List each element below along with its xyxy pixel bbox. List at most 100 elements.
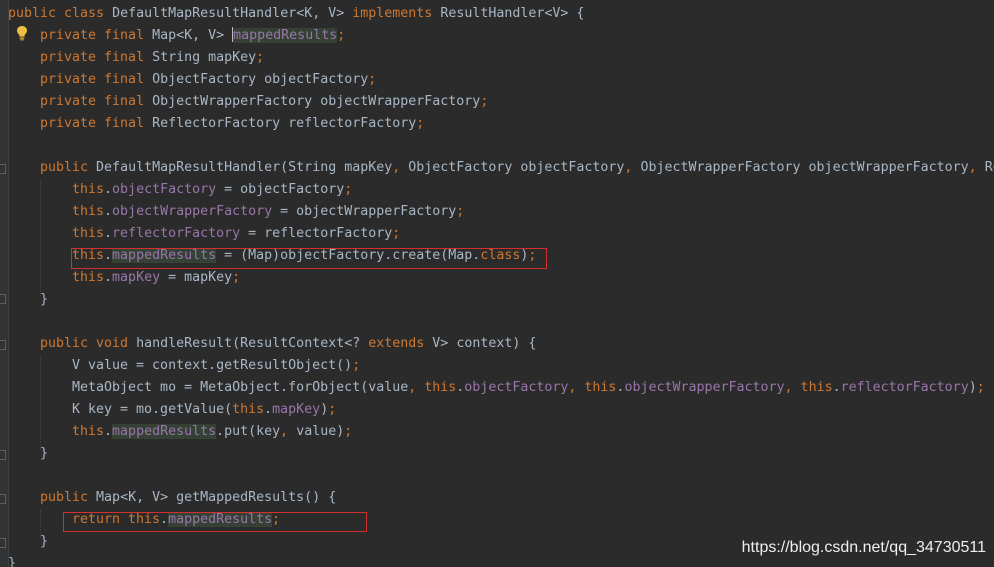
code-line[interactable]: } <box>8 443 994 465</box>
code-line[interactable]: private final ObjectWrapperFactory objec… <box>8 91 994 113</box>
code-token: ObjectWrapperFactory objectWrapperFactor… <box>152 94 481 109</box>
lightbulb-icon[interactable] <box>16 25 28 41</box>
fold-marker[interactable] <box>0 340 6 350</box>
code-line[interactable]: this.reflectorFactory = reflectorFactory… <box>8 223 994 245</box>
code-token: objectFactory <box>112 182 217 197</box>
code-token: ObjectFactory objectFactory <box>152 72 369 87</box>
code-token: value) <box>296 424 345 439</box>
code-token: ; <box>368 72 377 87</box>
code-token: reflectorFactory <box>112 226 241 241</box>
code-token: this <box>72 270 105 285</box>
code-token: = objectFactory <box>216 182 345 197</box>
code-token: ; <box>976 380 985 395</box>
code-line[interactable]: private final String mapKey; <box>8 47 994 69</box>
code-token: ; <box>337 28 346 43</box>
code-token: } <box>40 446 49 461</box>
code-token: ; <box>352 358 361 373</box>
code-token: mapKey <box>112 270 161 285</box>
code-token: public <box>40 160 97 175</box>
code-line[interactable]: public void handleResult(ResultContext<?… <box>8 333 994 355</box>
code-token: this <box>72 204 105 219</box>
code-line[interactable]: private final ObjectFactory objectFactor… <box>8 69 994 91</box>
code-token: DefaultMapResultHandler<K, V> <box>112 6 353 21</box>
code-token: mappedResults <box>233 28 338 43</box>
code-token: public void <box>40 336 137 351</box>
code-token: , <box>624 160 641 175</box>
code-token: private final <box>40 50 153 65</box>
code-area[interactable]: public class DefaultMapResultHandler<K, … <box>8 3 994 567</box>
watermark: https://blog.csdn.net/qq_34730511 <box>741 539 986 556</box>
code-token: ; <box>456 204 465 219</box>
fold-marker[interactable] <box>0 164 6 174</box>
code-token: ; <box>392 226 401 241</box>
code-token: , <box>968 160 985 175</box>
fold-marker[interactable] <box>0 294 6 304</box>
code-line[interactable]: V value = context.getResultObject(); <box>8 355 994 377</box>
code-token: public <box>40 490 97 505</box>
code-line[interactable]: } <box>8 289 994 311</box>
code-token: private final <box>40 94 153 109</box>
code-token: ObjectFactory objectFactory <box>408 160 625 175</box>
code-token: = reflectorFactory <box>240 226 393 241</box>
highlight-box-return <box>63 512 367 532</box>
code-token: Map<K, V> <box>152 28 233 43</box>
code-line[interactable]: public class DefaultMapResultHandler<K, … <box>8 3 994 25</box>
code-line[interactable] <box>8 465 994 487</box>
code-token: ReflectorFactory reflectorFactory <box>152 116 417 131</box>
code-token: private final <box>40 28 153 43</box>
code-token: objectFactory <box>464 380 569 395</box>
code-token: Re <box>984 160 994 175</box>
code-token: extends <box>368 336 433 351</box>
code-line[interactable] <box>8 311 994 333</box>
code-line[interactable]: this.objectWrapperFactory = objectWrappe… <box>8 201 994 223</box>
code-token: , this <box>568 380 617 395</box>
code-token: ObjectWrapperFactory objectWrapperFactor… <box>640 160 969 175</box>
code-line[interactable]: private final Map<K, V> mappedResults; <box>8 25 994 47</box>
code-token: . <box>104 204 113 219</box>
code-line[interactable] <box>8 135 994 157</box>
code-token: public class <box>8 6 113 21</box>
code-line[interactable]: this.mappedResults.put(key, value); <box>8 421 994 443</box>
code-token: K key = mo.getValue( <box>72 402 233 417</box>
fold-marker[interactable] <box>0 450 6 460</box>
code-token: ; <box>416 116 425 131</box>
code-token: = objectWrapperFactory <box>272 204 457 219</box>
code-token: this <box>72 182 105 197</box>
code-line[interactable]: public Map<K, V> getMappedResults() { <box>8 487 994 509</box>
code-token: . <box>104 424 113 439</box>
code-token: MetaObject mo = MetaObject.forObject(val… <box>72 380 409 395</box>
code-token: ResultHandler<V> { <box>440 6 585 21</box>
code-token: ; <box>328 402 337 417</box>
code-token: V> context) { <box>432 336 537 351</box>
code-token: objectWrapperFactory <box>112 204 273 219</box>
code-token: , <box>392 160 409 175</box>
code-token: private final <box>40 72 153 87</box>
code-token: objectWrapperFactory <box>624 380 785 395</box>
code-token: mappedResults <box>112 424 217 439</box>
code-token: this <box>232 402 265 417</box>
code-token: ; <box>256 50 265 65</box>
code-token: reflectorFactory <box>840 380 969 395</box>
code-token: , this <box>408 380 457 395</box>
code-line[interactable]: private final ReflectorFactory reflector… <box>8 113 994 135</box>
code-token: = mapKey <box>160 270 233 285</box>
code-token: , <box>280 424 297 439</box>
code-token: this <box>72 424 105 439</box>
code-line[interactable]: this.mapKey = mapKey; <box>8 267 994 289</box>
code-line[interactable]: K key = mo.getValue(this.mapKey); <box>8 399 994 421</box>
code-token: } <box>40 534 49 549</box>
code-token: ; <box>344 182 353 197</box>
code-token: . <box>104 182 113 197</box>
code-line[interactable]: this.objectFactory = objectFactory; <box>8 179 994 201</box>
code-token: ; <box>232 270 241 285</box>
fold-marker[interactable] <box>0 494 6 504</box>
code-token: V value = context.getResultObject() <box>72 358 353 373</box>
code-line[interactable]: public DefaultMapResultHandler(String ma… <box>8 157 994 179</box>
code-editor[interactable]: public class DefaultMapResultHandler<K, … <box>0 0 994 567</box>
code-token: ) <box>968 380 977 395</box>
code-token: private final <box>40 116 153 131</box>
code-token: implements <box>352 6 441 21</box>
code-token: mapKey <box>272 402 321 417</box>
code-line[interactable]: MetaObject mo = MetaObject.forObject(val… <box>8 377 994 399</box>
fold-marker[interactable] <box>0 538 6 548</box>
